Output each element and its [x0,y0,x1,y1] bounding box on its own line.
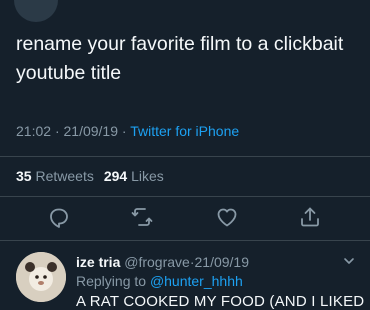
share-icon[interactable] [298,205,322,229]
like-icon[interactable] [215,205,239,229]
likes-count: 294 [103,168,128,184]
tweet-meta: 21:02 · 21/09/19 · Twitter for iPhone [16,123,239,139]
author-avatar[interactable] [14,0,58,22]
tweet-source-link[interactable]: Twitter for iPhone [130,123,239,139]
tweet-stats: 35 Retweets 294 Likes [16,168,164,184]
divider [0,196,370,197]
tweet-time: 21:02 [16,123,52,139]
reply-header: ize tria @frograve·21/09/19 [76,254,249,270]
retweet-icon[interactable] [130,205,154,229]
likes-label: Likes [131,168,164,184]
tweet-actions [0,202,370,234]
tweet-date: 21/09/19 [63,123,119,139]
reply-avatar[interactable] [16,252,66,302]
reply-date: 21/09/19 [194,254,250,270]
replying-to: Replying to @hunter_hhhh [76,273,243,289]
divider [0,156,370,157]
meta-separator: · [121,123,127,139]
retweets-count: 35 [16,168,32,184]
replying-prefix: Replying to [76,273,147,289]
replying-to-link[interactable]: @hunter_hhhh [150,273,243,289]
reply-icon[interactable] [47,205,71,229]
tweet-text: rename your favorite film to a clickbait… [16,33,344,84]
meta-separator: · [54,123,60,139]
reply-text: A RAT COOKED MY FOOD (AND I LIKED [76,293,365,310]
likes-stat[interactable]: 294 Likes [104,168,164,184]
reply-display-name[interactable]: ize tria [76,254,120,270]
reply-handle[interactable]: @frograve [124,254,190,270]
retweets-stat[interactable]: 35 Retweets [16,168,94,184]
retweets-label: Retweets [35,168,94,184]
chevron-down-icon[interactable] [342,254,356,268]
divider [0,240,370,241]
